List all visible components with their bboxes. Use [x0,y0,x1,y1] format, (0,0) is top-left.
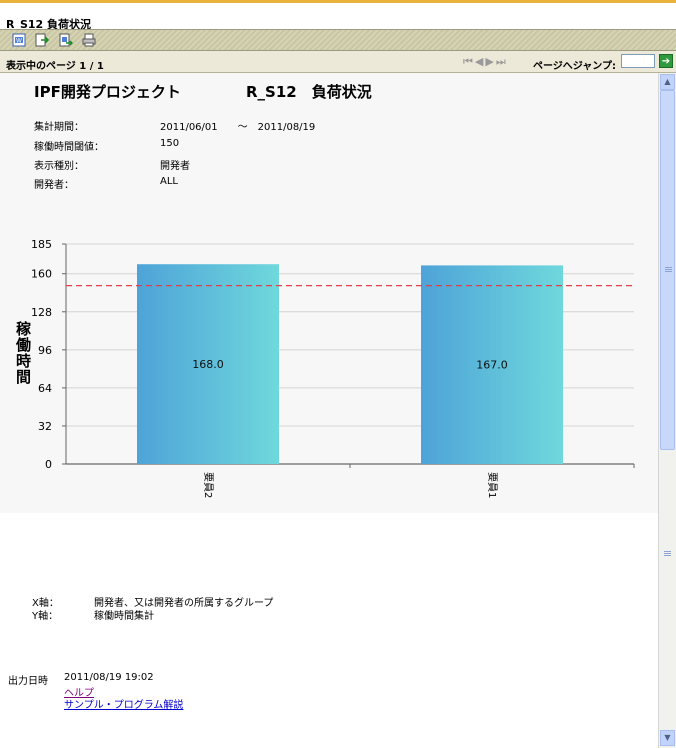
page-label: 表示中のページ [6,61,76,72]
vertical-scrollbar[interactable]: ▲ ▼ [658,73,676,748]
scroll-up-icon[interactable]: ▲ [660,74,675,90]
page-jump-label: ページへジャンプ: [533,61,616,72]
output-datetime-label: 出力日時 [8,676,48,687]
scrollbar-thumb[interactable] [660,90,675,450]
page-jump-input[interactable] [621,54,655,68]
go-arrow-icon[interactable]: ➔ [659,54,673,68]
page-current: 1 [79,61,87,72]
y-tick-label: 64 [38,382,52,395]
prev-page-icon[interactable]: ◀ [475,55,485,68]
y-tick-label: 185 [31,238,52,251]
last-page-icon[interactable]: ⏭ [496,55,508,68]
export-icon[interactable]: W [12,33,26,47]
bar-value-label: 167.0 [476,359,508,372]
y-tick-label: 160 [31,268,52,281]
page-navigation-bar: 表示中のページ 1 / 1 ⏮◀▶⏭ ページへジャンプ: ➔ [0,51,676,73]
page-total: 1 [96,61,104,72]
output-datetime-value: 2011/08/19 19:02 [64,672,154,683]
page-indicator: 表示中のページ 1 / 1 [6,57,104,72]
save-as-icon[interactable] [59,33,74,47]
save-icon[interactable] [35,33,50,47]
y-tick-label: 96 [38,344,52,357]
print-icon[interactable] [82,33,96,47]
window-titlebar: R_S12 負荷状況 [0,3,676,31]
report-toolbar: W [0,29,676,51]
y-tick-label: 128 [31,306,52,319]
bar-value-label: 168.0 [192,358,224,371]
page-separator: / [89,61,94,72]
x-tick-label: 要員2 [202,472,214,498]
y-tick-label: 32 [38,420,52,433]
scroll-down-icon[interactable]: ▼ [660,730,675,746]
y-axis-legend-label: Y軸： [32,611,59,622]
x-tick-label: 要員1 [486,472,498,498]
report-viewport: IPF開発プロジェクト R_S12 負荷状況 集計期間： 2011/06/01 … [0,73,658,748]
svg-text:W: W [16,38,22,45]
report-page: IPF開発プロジェクト R_S12 負荷状況 集計期間： 2011/06/01 … [0,73,658,513]
y-axis-legend-text: 稼働時間集計 [94,611,154,622]
sample-program-link[interactable]: サンプル・プログラム解説 [64,696,183,711]
load-bar-chart: 0 32 64 96 128 160 185 168.0 要員2 167.0 要員1 [31,238,635,498]
next-page-icon[interactable]: ▶ [485,55,495,68]
page-nav-arrows: ⏮◀▶⏭ [463,55,508,69]
first-page-icon[interactable]: ⏮ [463,55,475,68]
y-tick-label: 0 [45,458,52,471]
